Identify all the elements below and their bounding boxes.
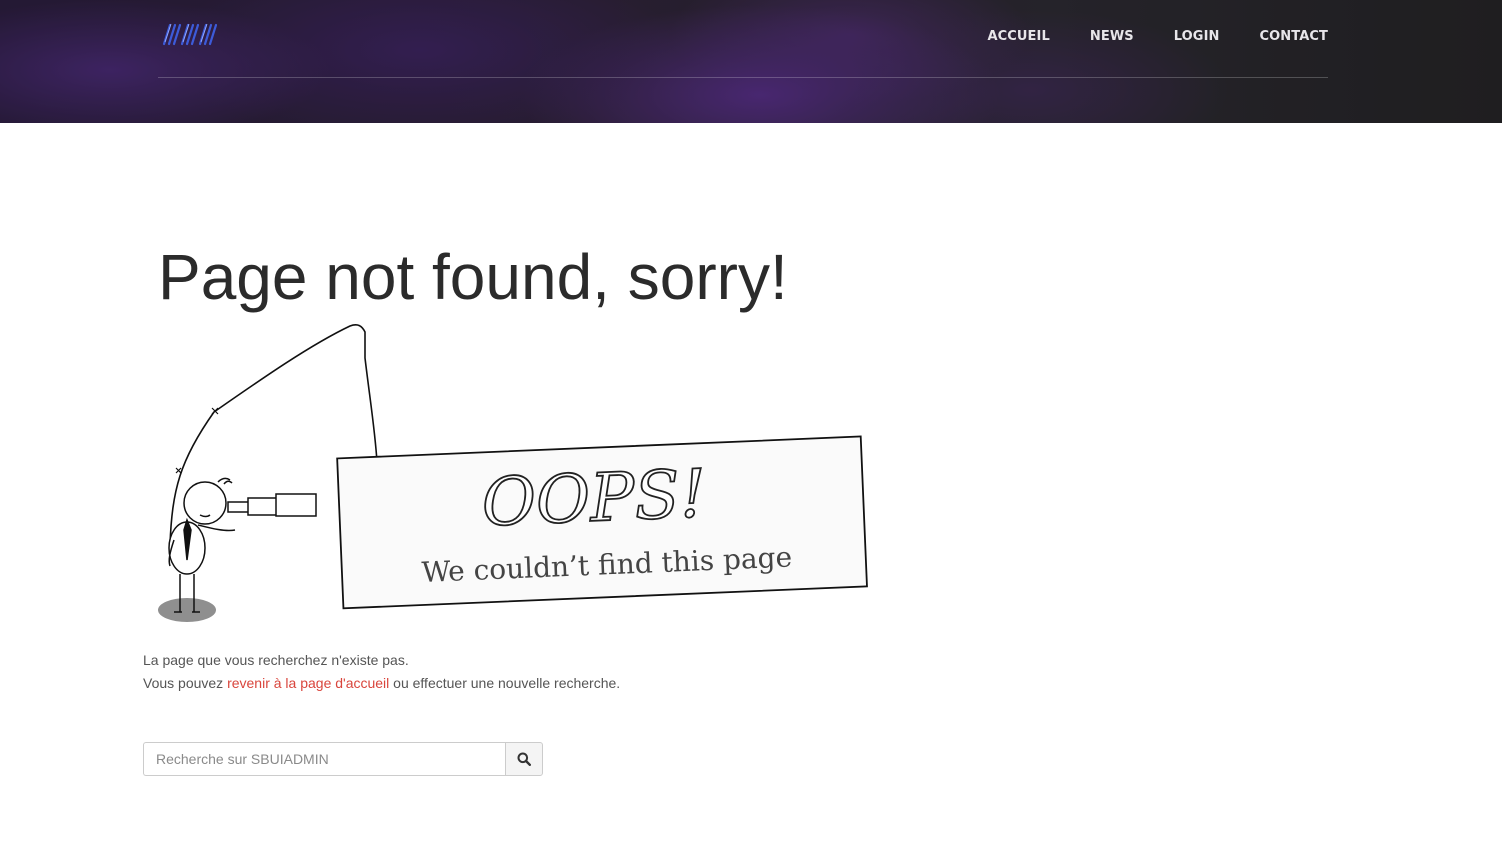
nav-item-accueil[interactable]: ACCUEIL	[987, 29, 1049, 44]
message-line-1: La page que vous recherchez n'existe pas…	[143, 652, 409, 668]
banner-overlay	[0, 0, 1502, 123]
nav-item-news[interactable]: NEWS	[1090, 29, 1134, 44]
search-button[interactable]	[505, 742, 543, 776]
message-suffix: ou effectuer une nouvelle recherche.	[389, 675, 621, 691]
error-message: La page que vous recherchez n'existe pas…	[143, 649, 620, 695]
rod-knots	[175, 407, 219, 474]
message-line-2: Vous pouvez revenir à la page d'accueil …	[143, 672, 620, 695]
logo-mark-icon	[162, 23, 218, 46]
page-title: Page not found, sorry!	[158, 241, 788, 313]
site-logo[interactable]	[161, 22, 218, 46]
telescope	[227, 493, 317, 517]
message-prefix: Vous pouvez	[143, 675, 228, 691]
ground-shadow	[158, 598, 216, 622]
search-icon	[517, 752, 531, 766]
oops-sign: OOPS! We couldn’t find this page	[336, 435, 868, 610]
header-banner: ACCUEIL NEWS LOGIN CONTACT	[0, 0, 1502, 123]
home-link[interactable]: revenir à la page d'accueil	[227, 675, 389, 691]
search-form	[143, 742, 543, 776]
sign-heading: OOPS!	[480, 455, 707, 541]
oops-illustration: OOPS! We couldn’t find this page	[158, 324, 868, 622]
search-input[interactable]	[143, 742, 505, 776]
nav-item-contact[interactable]: CONTACT	[1260, 29, 1329, 44]
header-divider	[158, 77, 1328, 78]
main-nav: ACCUEIL NEWS LOGIN CONTACT	[987, 25, 1328, 44]
stick-figure	[168, 477, 236, 613]
nav-item-login[interactable]: LOGIN	[1174, 29, 1220, 44]
